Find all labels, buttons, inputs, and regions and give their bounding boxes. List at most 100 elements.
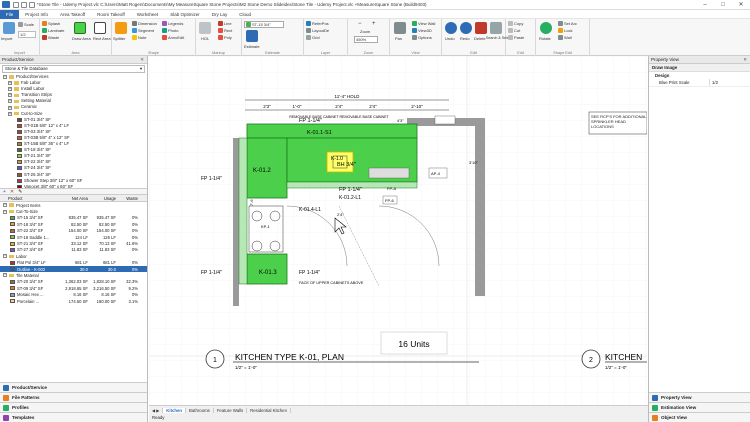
expand-icon[interactable]: +	[8, 99, 12, 104]
table-row[interactable]: Porcelain ... 174.50 SF 180.00 SF 3.1%	[0, 298, 147, 304]
segment-button[interactable]: Segment	[132, 28, 154, 33]
rect-area-icon[interactable]	[94, 22, 106, 34]
estimate-icon[interactable]	[246, 30, 258, 42]
expand-icon[interactable]: +	[8, 87, 12, 92]
redo-quick-icon[interactable]	[29, 1, 35, 8]
copy-button[interactable]: Copy	[508, 21, 523, 26]
drawing-canvas[interactable]: 11'-4" HOLD 2'3" 1'-0" 2'4" 2'4" 2'-10" …	[149, 56, 647, 405]
add-icon[interactable]: +	[3, 189, 6, 195]
photo-button[interactable]: Photo	[162, 28, 178, 33]
menu-slab-optimizer[interactable]: Slab Optimizer	[164, 10, 206, 19]
splitter-button[interactable]: Splitter	[113, 36, 125, 41]
collapse-icon[interactable]: −	[3, 273, 7, 278]
scale-select[interactable]: 1/2	[18, 31, 36, 38]
cut-button[interactable]: Cut	[508, 28, 520, 33]
menu-area-takeoff[interactable]: Area Takeoff	[54, 10, 91, 19]
redo-icon[interactable]	[460, 22, 472, 34]
table-row[interactable]: ST-27 3/4" SF 11.83 SF 11.83 SF 0%	[0, 247, 147, 253]
tab-bathrooms[interactable]: Bathrooms	[186, 407, 214, 413]
collapse-icon[interactable]: −	[3, 254, 7, 259]
waste-button[interactable]: Waste	[42, 35, 59, 40]
table-row[interactable]: ST-21 3/4" SF 33.12 SF 70.13 SF 41.6%	[0, 240, 147, 246]
right-nav-item[interactable]: Property View	[649, 392, 750, 402]
refer-pos-button[interactable]: ReferPos	[306, 21, 329, 26]
draw-area-icon[interactable]	[74, 22, 86, 34]
hol-icon[interactable]	[199, 22, 211, 34]
save-icon[interactable]	[13, 1, 19, 8]
close-icon[interactable]: ✕	[732, 1, 750, 8]
table-row[interactable]: Flat Pol 3/4" LF 681 LF 681 LF 0%	[0, 260, 147, 266]
collapse-icon[interactable]: −	[3, 75, 7, 80]
product-select[interactable]: ST-15 3/4"	[244, 21, 284, 28]
edit-icon[interactable]: ✎	[18, 189, 22, 195]
estimate-button[interactable]: Estimate	[244, 44, 260, 49]
rotate-button[interactable]: Rotate	[539, 36, 551, 41]
zoom-in-icon[interactable]: +	[372, 21, 376, 27]
set-arc-button[interactable]: Set Arc	[558, 21, 577, 26]
table-row[interactable]: ST-18 Saddle 1... 124 LF 126 LF 0%	[0, 234, 147, 240]
import-button[interactable]: Import	[1, 36, 12, 41]
splash-button[interactable]: Splash	[42, 21, 60, 26]
pan-button[interactable]: Pan	[395, 36, 402, 41]
countertop-top[interactable]	[246, 123, 418, 139]
line-button[interactable]: Line	[218, 21, 232, 26]
backsplash-left[interactable]	[238, 137, 248, 285]
right-nav-item[interactable]: Object View	[649, 412, 750, 422]
pan-icon[interactable]	[394, 22, 406, 34]
poly-button[interactable]: Poly	[218, 35, 232, 40]
delete-button[interactable]: Delete	[474, 36, 486, 41]
zoom-out-icon[interactable]: −	[358, 21, 362, 27]
laminate-button[interactable]: Laminate	[42, 28, 64, 33]
table-row[interactable]: Mosaic Hex ... 8.16 SF 8.16 SF 0%	[0, 291, 147, 297]
expand-icon[interactable]: +	[8, 93, 12, 98]
view-wall-button[interactable]: View Wall	[412, 21, 435, 26]
tab-residential-kitchen[interactable]: Residential Kitchen	[247, 407, 291, 413]
menu-dry-lay[interactable]: Dry Lay	[206, 10, 234, 19]
lock-button[interactable]: Lock	[558, 28, 572, 33]
expand-icon[interactable]: +	[8, 105, 12, 110]
table-row[interactable]: ST-22 3/4" SF 154.00 SF 154.00 SF 0%	[0, 228, 147, 234]
maximize-icon[interactable]: □	[714, 2, 732, 8]
collapse-icon[interactable]: −	[3, 209, 7, 214]
table-row[interactable]: Outline - K-002 30.0 30.0 0%	[0, 265, 147, 273]
search-icon[interactable]	[490, 22, 502, 34]
delete-icon[interactable]	[475, 22, 487, 34]
menu-project-info[interactable]: Project Info	[19, 10, 54, 19]
undo-icon[interactable]	[445, 22, 457, 34]
redo-button[interactable]: Redo	[460, 36, 470, 41]
undo-button[interactable]: Undo	[445, 36, 455, 41]
panel-close-icon[interactable]: ✕	[140, 56, 144, 64]
paste-button[interactable]: Paste	[508, 35, 524, 40]
dimension-button[interactable]: Dimension	[132, 21, 157, 26]
menu-cloud[interactable]: Cloud	[233, 10, 257, 19]
expand-icon[interactable]: +	[8, 81, 12, 86]
left-nav-item[interactable]: Profiles	[0, 402, 147, 412]
countertop-k01-3[interactable]	[246, 253, 288, 285]
left-nav-item[interactable]: Templates	[0, 412, 147, 422]
rect-area-button[interactable]: Rect Area	[93, 36, 111, 41]
splitter-icon[interactable]	[115, 22, 127, 34]
draw-area-button[interactable]: Draw Area	[72, 36, 91, 41]
floor-plan-drawing[interactable]: 11'-4" HOLD 2'3" 1'-0" 2'4" 2'4" 2'-10" …	[149, 56, 647, 405]
rect-button[interactable]: Rect	[218, 28, 232, 33]
expand-icon[interactable]: +	[8, 111, 12, 116]
layout-button[interactable]: LayoutDe	[306, 28, 329, 33]
minimize-icon[interactable]: –	[696, 2, 714, 8]
options-button[interactable]: Options	[412, 35, 432, 40]
blueprint-scale-value[interactable]: 1/2	[709, 79, 750, 86]
remove-icon[interactable]: ✕	[10, 189, 14, 195]
hol-button[interactable]: HOL	[201, 36, 209, 41]
rotate-icon[interactable]	[540, 22, 552, 34]
wall-button[interactable]: Wall	[558, 35, 572, 40]
view3d-button[interactable]: View3D	[412, 28, 432, 33]
undo-quick-icon[interactable]	[21, 1, 27, 8]
table-row[interactable]: ST-09 3/4" SF 2,918.65 SF 3,216.50 SF 9.2%	[0, 285, 147, 291]
note-button[interactable]: Note	[132, 35, 146, 40]
tab-nav-arrows[interactable]: ◀ ▶	[149, 407, 164, 413]
legends-button[interactable]: Legends	[162, 21, 183, 26]
left-nav-item[interactable]: Product/Service	[0, 382, 147, 392]
tab-feature-walls[interactable]: Feature Walls	[214, 407, 248, 413]
collapse-icon[interactable]: −	[3, 203, 7, 208]
menu-room-takeoff[interactable]: Room Takeoff	[91, 10, 131, 19]
annotate-button[interactable]: AnnoEdit	[162, 35, 184, 40]
